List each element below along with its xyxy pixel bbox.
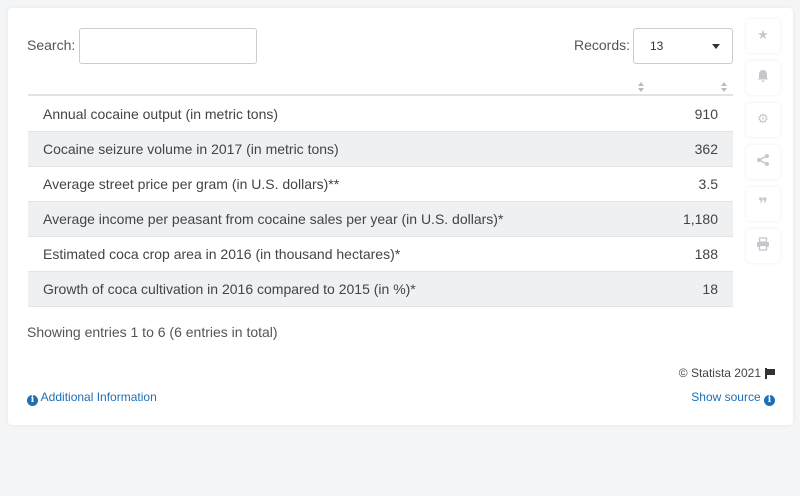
row-label: Average street price per gram (in U.S. d… — [43, 176, 340, 192]
row-label: Annual cocaine output (in metric tons) — [43, 106, 279, 122]
table-row: Cocaine seizure volume in 2017 (in metri… — [28, 132, 733, 167]
search-input[interactable] — [79, 28, 257, 64]
records-value: 13 — [650, 39, 664, 53]
table-row: Average street price per gram (in U.S. d… — [28, 167, 733, 202]
data-table: Annual cocaine output (in metric tons) 9… — [28, 97, 733, 307]
copyright: © Statista 2021 — [679, 366, 775, 380]
row-label: Average income per peasant from cocaine … — [43, 211, 504, 227]
row-value: 188 — [694, 246, 718, 262]
table-row: Average income per peasant from cocaine … — [28, 202, 733, 237]
table-header — [28, 76, 733, 96]
entries-summary: Showing entries 1 to 6 (6 entries in tot… — [27, 324, 278, 340]
table-row: Annual cocaine output (in metric tons) 9… — [28, 97, 733, 132]
table-row: Estimated coca crop area in 2016 (in tho… — [28, 237, 733, 272]
show-source-link[interactable]: Show source i — [691, 390, 775, 406]
star-icon[interactable]: ★ — [746, 19, 780, 53]
copyright-text: © Statista 2021 — [678, 366, 761, 380]
row-value: 362 — [694, 141, 718, 157]
chevron-down-icon — [712, 44, 720, 49]
gear-icon[interactable]: ⚙ — [746, 103, 780, 137]
records-label: Records: — [574, 37, 631, 53]
table-row: Growth of coca cultivation in 2016 compa… — [28, 272, 733, 307]
flag-icon[interactable] — [765, 368, 775, 379]
search-label: Search: — [27, 37, 76, 53]
additional-information-label: Additional Information — [40, 390, 157, 404]
info-icon: i — [27, 395, 38, 406]
row-value: 910 — [694, 106, 718, 122]
row-label: Estimated coca crop area in 2016 (in tho… — [43, 246, 401, 262]
show-source-label: Show source — [691, 390, 761, 404]
bell-icon[interactable] — [746, 61, 780, 95]
sort-value-column-icon[interactable] — [720, 82, 728, 94]
row-label: Cocaine seizure volume in 2017 (in metri… — [43, 141, 339, 157]
print-icon[interactable] — [746, 229, 780, 263]
row-label: Growth of coca cultivation in 2016 compa… — [43, 281, 416, 297]
sort-label-column-icon[interactable] — [637, 82, 645, 94]
records-select[interactable]: 13 — [633, 28, 733, 64]
share-icon[interactable] — [746, 145, 780, 179]
row-value: 3.5 — [698, 176, 718, 192]
row-value: 1,180 — [682, 211, 718, 227]
quote-icon[interactable]: ❞ — [746, 187, 780, 221]
row-value: 18 — [702, 281, 718, 297]
additional-information-link[interactable]: i Additional Information — [27, 390, 157, 406]
statistic-card: Search: Records: 13 Annual cocaine outpu… — [8, 8, 793, 425]
info-icon: i — [764, 395, 775, 406]
